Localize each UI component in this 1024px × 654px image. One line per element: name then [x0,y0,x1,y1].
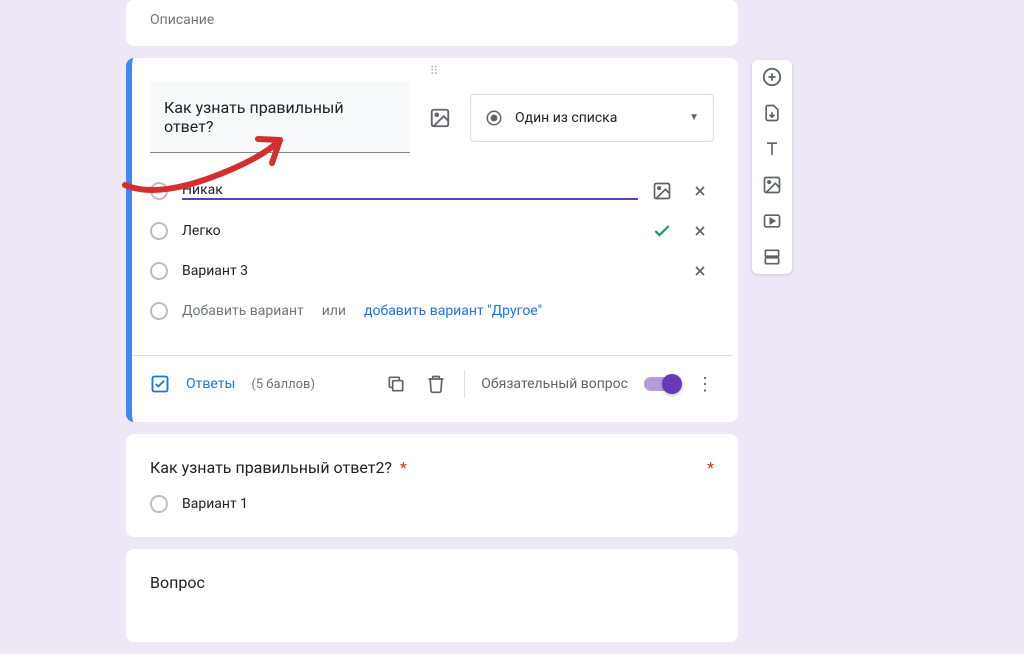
option-input[interactable]: Никак [182,182,638,200]
question3-title: Вопрос [150,573,205,592]
required-toggle[interactable] [644,377,680,391]
radio-empty-icon [150,495,168,513]
remove-option-icon[interactable] [690,221,710,241]
option-input[interactable]: Легко [182,223,638,240]
answers-icon [150,374,170,394]
add-option-row: Добавить вариант или добавить вариант "Д… [150,291,714,331]
answers-button[interactable]: Ответы [186,376,235,392]
required-label: Обязательный вопрос [481,376,628,392]
remove-option-icon[interactable] [690,261,710,281]
chevron-down-icon: ▼ [689,112,699,123]
description-label[interactable]: Описание [150,12,714,28]
radio-empty-icon [150,222,168,240]
radio-empty-icon [150,302,168,320]
required-star-icon: * [400,458,407,477]
radio-icon [485,109,503,127]
required-indicator-icon: * [707,458,714,477]
remove-option-icon[interactable] [690,181,710,201]
description-card: Описание [126,0,738,46]
question2-card[interactable]: * Как узнать правильный ответ2? * Вариан… [126,434,738,537]
option-row: Легко [150,211,714,251]
option-row: Вариант 3 [150,251,714,291]
radio-empty-icon [150,182,168,200]
add-option-button[interactable]: Добавить вариант [182,303,304,319]
drag-handle-icon[interactable]: ⠿ [430,64,441,78]
question-card: ⠿ Как узнать правильный ответ? Один из с… [126,58,738,422]
points-label: (5 баллов) [251,377,315,392]
delete-button[interactable] [424,372,448,396]
question-type-select[interactable]: Один из списка ▼ [470,94,714,142]
add-video-button[interactable] [761,210,783,232]
option-input[interactable]: Вариант 3 [182,263,676,280]
question3-card[interactable]: Вопрос [126,549,738,642]
question2-title: Как узнать правильный ответ2? [150,458,392,477]
correct-answer-icon [652,221,672,241]
add-other-button[interactable]: добавить вариант "Другое" [364,303,542,319]
toolbar-sidebar [752,60,792,274]
question-image-button[interactable] [422,100,458,136]
duplicate-button[interactable] [384,372,408,396]
import-questions-button[interactable] [761,102,783,124]
option-image-icon[interactable] [652,181,672,201]
add-or-label: или [322,303,346,319]
add-image-button[interactable] [761,174,783,196]
option-label: Вариант 1 [182,496,714,512]
radio-empty-icon [150,262,168,280]
question-title-input[interactable]: Как узнать правильный ответ? [150,82,410,153]
add-section-button[interactable] [761,246,783,268]
add-title-button[interactable] [761,138,783,160]
more-options-button[interactable]: ⋮ [696,374,714,395]
add-question-button[interactable] [761,66,783,88]
option-row: Никак [150,171,714,211]
